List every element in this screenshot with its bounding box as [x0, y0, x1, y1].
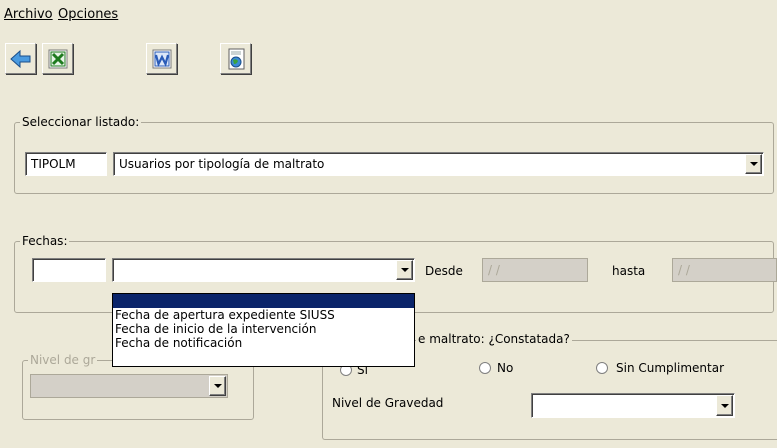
nivel-gravedad-select[interactable]: [531, 393, 735, 418]
listado-dropdown-button[interactable]: [745, 154, 762, 174]
listado-select[interactable]: Usuarios por tipología de maltrato: [113, 152, 764, 176]
fechas-dropdown-button[interactable]: [396, 260, 413, 280]
constatada-group-title: e maltrato: ¿Constatada?: [416, 332, 572, 346]
dropdown-option-inicio[interactable]: Fecha de inicio de la intervención: [113, 322, 414, 336]
chevron-down-icon: [401, 268, 409, 272]
nivel-left-group-title: Nivel de gr: [28, 353, 98, 367]
fechas-group-title: Fechas:: [20, 234, 70, 248]
radio-no-label: No: [497, 361, 514, 375]
fechas-code-field[interactable]: [32, 258, 106, 282]
export-web-button[interactable]: [220, 43, 251, 74]
chevron-down-icon: [721, 403, 729, 408]
desde-date-field[interactable]: / /: [482, 258, 588, 282]
back-arrow-icon: [10, 49, 31, 69]
radio-sin-cumplimentar-label: Sin Cumplimentar: [616, 361, 724, 375]
hasta-label: hasta: [612, 264, 646, 278]
nivel-left-select[interactable]: [30, 374, 228, 398]
back-button[interactable]: [5, 43, 36, 74]
hasta-date-field[interactable]: / /: [672, 258, 777, 282]
radio-sin-cumplimentar[interactable]: [596, 362, 608, 374]
nivel-left-dropdown-button[interactable]: [209, 376, 226, 396]
excel-icon: [48, 49, 68, 69]
export-word-button[interactable]: [146, 43, 177, 74]
listado-code-field[interactable]: TIPOLM: [25, 152, 107, 176]
listado-group-title: Seleccionar listado:: [20, 115, 142, 129]
nivel-gravedad-dropdown-button[interactable]: [716, 395, 733, 416]
dropdown-option-apertura[interactable]: Fecha de apertura expediente SIUSS: [113, 308, 414, 322]
chevron-down-icon: [750, 162, 758, 166]
web-page-icon: [228, 48, 245, 70]
menu-opciones[interactable]: Opciones: [58, 7, 118, 22]
nivel-gravedad-label: Nivel de Gravedad: [332, 396, 444, 410]
chevron-down-icon: [214, 384, 222, 388]
fechas-select[interactable]: [112, 258, 415, 282]
export-excel-button[interactable]: [42, 43, 73, 74]
listado-select-value: Usuarios por tipología de maltrato: [119, 157, 325, 171]
word-icon: [152, 49, 172, 69]
menu-bar: Archivo Opciones: [0, 0, 777, 26]
radio-no[interactable]: [479, 362, 491, 374]
fechas-dropdown-list: Fecha de apertura expediente SIUSS Fecha…: [112, 293, 415, 367]
desde-label: Desde: [425, 264, 463, 278]
menu-archivo[interactable]: Archivo: [4, 7, 53, 22]
dropdown-option-selected[interactable]: [113, 294, 414, 308]
dropdown-option-notificacion[interactable]: Fecha de notificación: [113, 336, 414, 350]
